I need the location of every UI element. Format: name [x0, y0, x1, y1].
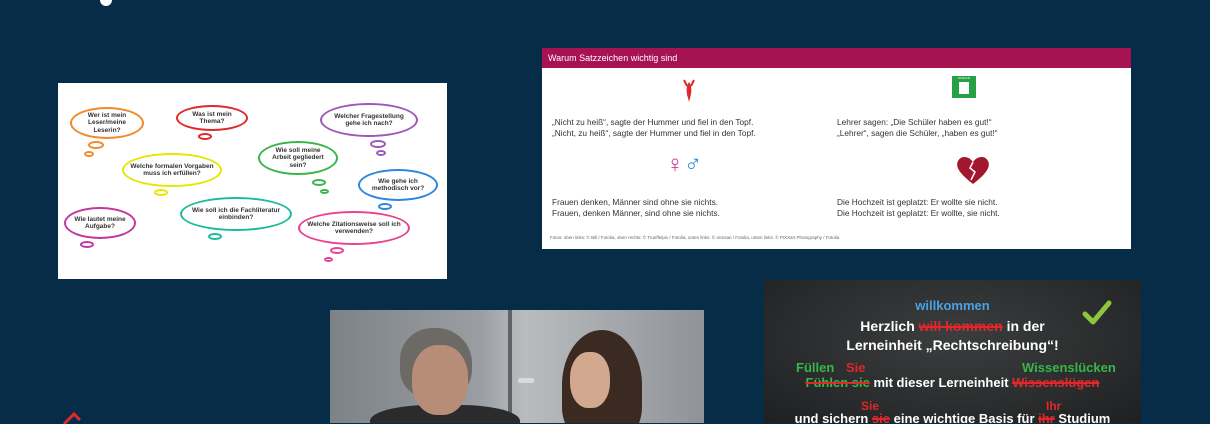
- person-right-face: [570, 352, 610, 408]
- bubble-tail: [320, 189, 329, 194]
- bubble-tail: [84, 151, 94, 157]
- bubble-tail: [330, 247, 344, 254]
- bubble-tail: [370, 140, 386, 148]
- sentence-pair-teacher: Lehrer sagen: „Die Schüler haben es gut!…: [837, 117, 998, 138]
- bubble-tail: [378, 203, 392, 210]
- bubble-tail: [312, 179, 326, 186]
- bubble-tail: [208, 233, 222, 240]
- exit-sign-icon: SCHULE: [952, 76, 976, 98]
- bubble-task: Wie lautet meine Aufgabe?: [64, 207, 136, 239]
- lobster-icon: [683, 79, 695, 102]
- chalk-corrections-row-1: Füllen Sie Wissenslücken: [796, 360, 1116, 375]
- bubble-tail: [198, 133, 212, 140]
- bubble-topic: Was ist mein Thema?: [176, 105, 248, 131]
- photo-credit: Fotos: oben links: © Bill / Fotolia, obe…: [550, 235, 840, 240]
- bubble-structure: Wie soll meine Arbeit gegliedert sein?: [258, 141, 338, 175]
- bubble-tail: [324, 257, 333, 262]
- slide-title: Warum Satzzeichen wichtig sind: [542, 48, 1131, 68]
- bubble-tail: [154, 189, 168, 196]
- sentence-pair-lobster: „Nicht zu heiß“, sagte der Hummer und fi…: [552, 117, 756, 138]
- exit-sign-label: SCHULE: [957, 76, 971, 80]
- partial-heading-fragment: [62, 0, 122, 10]
- person-left-face: [412, 345, 468, 415]
- gender-symbols-icon: ♀♂: [666, 151, 702, 178]
- bubble-citation: Welche Zitationsweise soll ich verwenden…: [298, 211, 410, 245]
- bubble-tail: [80, 241, 94, 248]
- video-thumbnail[interactable]: [330, 310, 704, 423]
- sentence-pair-wedding: Die Hochzeit ist geplatzt: Er wollte sie…: [837, 197, 1000, 218]
- thought-bubbles-image[interactable]: Wer ist mein Leser/meine Leserin? Was is…: [58, 83, 447, 279]
- door-frame: [508, 310, 512, 423]
- bubble-literature: Wie soll ich die Fachliteratur einbinden…: [180, 197, 292, 231]
- chalk-line-6: und sichern sie eine wichtige Basis für …: [794, 411, 1111, 423]
- door-handle: [518, 378, 534, 383]
- bubble-question: Welcher Fragestellung gehe ich nach?: [320, 103, 418, 137]
- bubble-tail: [88, 141, 104, 149]
- red-mark-fragment: [62, 411, 82, 424]
- chalk-line-1: Herzlich will kommen in der: [860, 318, 1045, 334]
- chalk-line-4: Fühlen sie mit dieser Lerneinheit Wissen…: [805, 375, 1100, 390]
- chalkboard-slide[interactable]: willkommen Herzlich will kommen in der L…: [764, 280, 1141, 423]
- bubble-method: Wie gehe ich methodisch vor?: [358, 169, 438, 201]
- bubble-tail: [376, 150, 386, 156]
- bubble-reader: Wer ist mein Leser/meine Leserin?: [70, 107, 144, 139]
- broken-heart-icon: [957, 156, 989, 184]
- sentence-pair-women: Frauen denken, Männer sind ohne sie nich…: [552, 197, 720, 218]
- bubble-formal: Welche formalen Vorgaben muss ich erfüll…: [122, 153, 222, 187]
- chalk-line-2: Lerneinheit „Rechtschreibung“!: [846, 337, 1059, 353]
- punctuation-slide[interactable]: Warum Satzzeichen wichtig sind „Nicht zu…: [542, 48, 1131, 249]
